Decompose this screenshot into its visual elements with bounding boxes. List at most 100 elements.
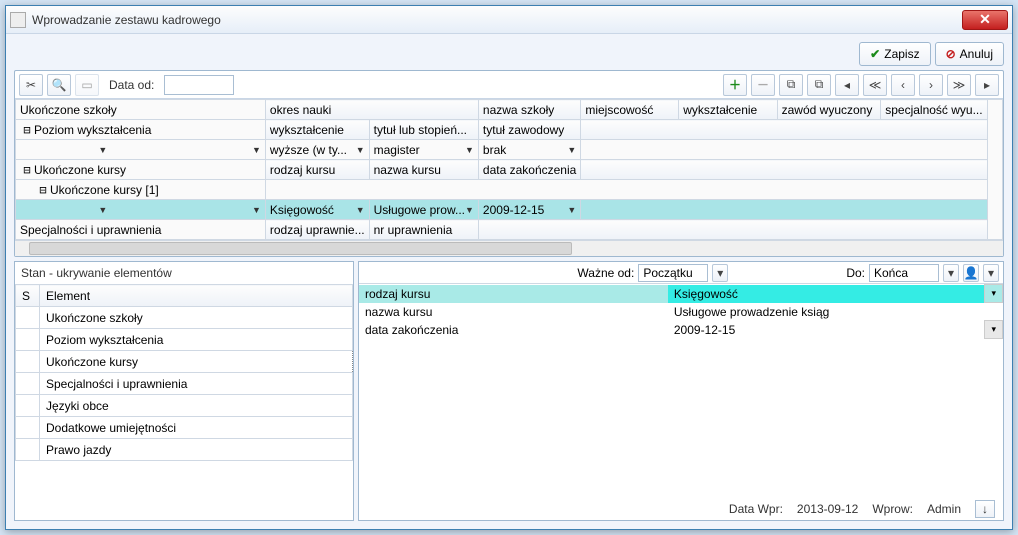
list-item[interactable]: Prawo jazdy bbox=[16, 439, 353, 461]
state-table: SElement Ukończone szkoły Poziom wykszta… bbox=[15, 284, 353, 461]
table-row-selected[interactable]: ▼▼ Księgowość▼ Usługowe prow...▼ 2009-12… bbox=[16, 200, 1003, 220]
chevron-down-icon: ▼ bbox=[465, 205, 474, 215]
lower-split: Stan - ukrywanie elementów SElement Ukoń… bbox=[14, 261, 1004, 521]
validity-bar: Ważne od: Początku ▾ Do: Końca ▾ 👤 ▾ bbox=[359, 262, 1003, 284]
cancel-label: Anuluj bbox=[960, 47, 993, 61]
main-panel: ✂ 🔍 ▭ Data od: ＋ － ⧉ ⧉ ◂ ≪ ‹ › ≫ ▸ bbox=[14, 70, 1004, 257]
dropdown-cell[interactable]: magister▼ bbox=[374, 143, 474, 157]
chevron-down-icon: ▼ bbox=[98, 205, 107, 215]
cancel-icon: ⊘ bbox=[946, 47, 956, 61]
item-label: Ukończone szkoły bbox=[40, 307, 353, 329]
table-row[interactable]: ⊟Ukończone kursy [1] bbox=[16, 180, 1003, 200]
chevron-down-icon: ▼ bbox=[567, 145, 576, 155]
detail-row[interactable]: rodzaj kursu Księgowość ▾ bbox=[359, 285, 1003, 303]
window-title: Wprowadzanie zestawu kadrowego bbox=[32, 13, 962, 27]
v-scrollbar[interactable] bbox=[987, 100, 1002, 240]
col-header: zawód wyuczony bbox=[777, 100, 881, 120]
detail-value: 2009-12-15 bbox=[668, 321, 985, 339]
col-header: okres nauki bbox=[265, 100, 478, 120]
chevron-down-icon: ▼ bbox=[252, 205, 261, 215]
chevron-down-icon: ▼ bbox=[356, 205, 365, 215]
tree-grid[interactable]: Ukończone szkoły okres nauki nazwa szkoł… bbox=[15, 99, 1003, 240]
detail-key: rodzaj kursu bbox=[359, 285, 668, 303]
collapse-icon[interactable]: ⊟ bbox=[36, 183, 50, 197]
col-header: nazwa szkoły bbox=[478, 100, 580, 120]
scrollbar-thumb[interactable] bbox=[29, 242, 572, 255]
dropdown-cell[interactable]: Usługowe prow...▼ bbox=[374, 203, 474, 217]
col-header: data zakończenia bbox=[478, 160, 580, 180]
valid-from-label: Ważne od: bbox=[577, 266, 634, 280]
h-scrollbar[interactable] bbox=[15, 240, 1003, 256]
dropdown-cell[interactable]: 2009-12-15▼ bbox=[483, 203, 576, 217]
collapse-icon[interactable]: ⊟ bbox=[20, 123, 34, 137]
close-button[interactable]: ✕ bbox=[962, 10, 1008, 30]
cell-value: 2009-12-15 bbox=[483, 203, 544, 217]
detail-value: Usługowe prowadzenie ksiąg bbox=[668, 303, 985, 321]
save-label: Zapisz bbox=[884, 47, 919, 61]
chevron-down-icon[interactable]: ▾ bbox=[985, 285, 1003, 303]
valid-to-label: Do: bbox=[846, 266, 865, 280]
copy-right-icon[interactable]: ⧉ bbox=[807, 74, 831, 96]
list-item-selected[interactable]: Ukończone kursy bbox=[16, 351, 353, 373]
list-item[interactable]: Specjalności i uprawnienia bbox=[16, 373, 353, 395]
table-row[interactable]: ⊟Ukończone kursy rodzaj kursu nazwa kurs… bbox=[16, 160, 1003, 180]
nav-fastfwd-icon[interactable]: ≫ bbox=[947, 74, 971, 96]
nav-last-icon[interactable]: ▸ bbox=[975, 74, 999, 96]
form-icon[interactable]: ▭ bbox=[75, 74, 99, 96]
save-button[interactable]: ✔Zapisz bbox=[859, 42, 930, 66]
collapse-icon[interactable]: ⊟ bbox=[20, 163, 34, 177]
list-item[interactable]: Języki obce bbox=[16, 395, 353, 417]
tree-label: Specjalności i uprawnienia bbox=[20, 223, 161, 237]
item-label: Poziom wykształcenia bbox=[40, 329, 353, 351]
table-row[interactable]: ▼▼ wyższe (w ty...▼ magister▼ brak▼ bbox=[16, 140, 1003, 160]
dropdown-cell[interactable]: ▼▼ bbox=[46, 205, 261, 215]
search-icon[interactable]: 🔍 bbox=[47, 74, 71, 96]
state-panel: Stan - ukrywanie elementów SElement Ukoń… bbox=[14, 261, 354, 521]
detail-row[interactable]: data zakończenia 2009-12-15 ▾ bbox=[359, 321, 1003, 339]
chevron-down-icon[interactable]: ▾ bbox=[943, 264, 959, 282]
dropdown-cell[interactable]: Księgowość▼ bbox=[270, 203, 365, 217]
dropdown-cell[interactable]: wyższe (w ty...▼ bbox=[270, 143, 365, 157]
list-item[interactable]: Dodatkowe umiejętności bbox=[16, 417, 353, 439]
cancel-button[interactable]: ⊘ Anuluj bbox=[935, 42, 1004, 66]
add-button[interactable]: ＋ bbox=[723, 74, 747, 96]
list-item[interactable]: Poziom wykształcenia bbox=[16, 329, 353, 351]
col-header: wykształcenie bbox=[679, 100, 777, 120]
col-header: rodzaj uprawnie... bbox=[265, 220, 369, 240]
valid-from-value: Początku bbox=[643, 266, 692, 280]
copy-left-icon[interactable]: ⧉ bbox=[779, 74, 803, 96]
cell-value: Usługowe prow... bbox=[374, 203, 465, 217]
table-row[interactable]: Specjalności i uprawnienia rodzaj uprawn… bbox=[16, 220, 1003, 240]
dropdown-cell[interactable]: ▼▼ bbox=[46, 145, 261, 155]
list-item[interactable]: Ukończone szkoły bbox=[16, 307, 353, 329]
valid-from-combo[interactable]: Początku bbox=[638, 264, 708, 282]
detail-footer: Data Wpr: 2013-09-12 Wprow: Admin ↓ bbox=[359, 498, 1003, 520]
down-arrow-button[interactable]: ↓ bbox=[975, 500, 995, 518]
detail-row[interactable]: nazwa kursu Usługowe prowadzenie ksiąg bbox=[359, 303, 1003, 321]
entered-by-value: Admin bbox=[927, 502, 961, 516]
detail-table: rodzaj kursu Księgowość ▾ nazwa kursu Us… bbox=[359, 284, 1003, 339]
valid-to-combo[interactable]: Końca bbox=[869, 264, 939, 282]
chevron-down-icon[interactable]: ▾ bbox=[985, 321, 1003, 339]
item-label: Prawo jazdy bbox=[40, 439, 353, 461]
user-icon[interactable]: 👤 bbox=[963, 264, 979, 282]
remove-button[interactable]: － bbox=[751, 74, 775, 96]
dropdown-cell[interactable]: brak▼ bbox=[483, 143, 576, 157]
date-from-label: Data od: bbox=[103, 78, 160, 92]
nav-fastback-icon[interactable]: ≪ bbox=[863, 74, 887, 96]
tree-label: Poziom wykształcenia bbox=[34, 123, 151, 137]
nav-next-icon[interactable]: › bbox=[919, 74, 943, 96]
col-header: S bbox=[16, 285, 40, 307]
nav-prev-icon[interactable]: ‹ bbox=[891, 74, 915, 96]
chevron-down-icon: ▼ bbox=[98, 145, 107, 155]
chevron-down-icon[interactable]: ▾ bbox=[983, 264, 999, 282]
date-from-input[interactable] bbox=[164, 75, 234, 95]
tools-icon[interactable]: ✂ bbox=[19, 74, 43, 96]
col-header: specjalność wyu... bbox=[881, 100, 987, 120]
detail-panel: Ważne od: Początku ▾ Do: Końca ▾ 👤 ▾ rod… bbox=[358, 261, 1004, 521]
table-row[interactable]: ⊟Poziom wykształcenia wykształcenie tytu… bbox=[16, 120, 1003, 140]
chevron-down-icon[interactable]: ▾ bbox=[712, 264, 728, 282]
table-row[interactable]: Ukończone szkoły okres nauki nazwa szkoł… bbox=[16, 100, 1003, 120]
nav-first-icon[interactable]: ◂ bbox=[835, 74, 859, 96]
chevron-down-icon: ▼ bbox=[356, 145, 365, 155]
